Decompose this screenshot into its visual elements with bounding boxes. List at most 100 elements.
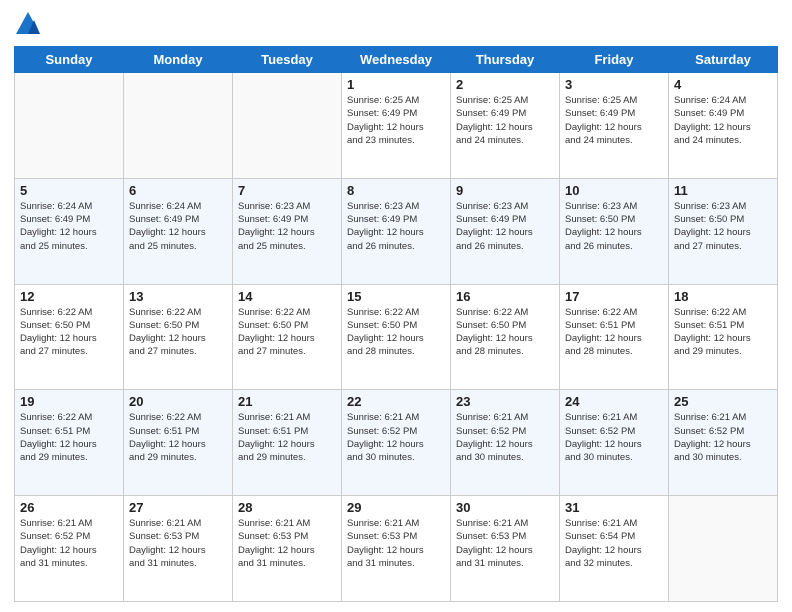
calendar-cell: 11 Sunrise: 6:23 AM Sunset: 6:50 PM Dayli… — [669, 178, 778, 284]
day-info: Sunrise: 6:24 AM Sunset: 6:49 PM Dayligh… — [129, 200, 227, 253]
day-number: 21 — [238, 394, 336, 409]
day-info: Sunrise: 6:21 AM Sunset: 6:51 PM Dayligh… — [238, 411, 336, 464]
calendar-cell — [669, 496, 778, 602]
day-info: Sunrise: 6:22 AM Sunset: 6:50 PM Dayligh… — [20, 306, 118, 359]
calendar-cell: 12 Sunrise: 6:22 AM Sunset: 6:50 PM Dayli… — [15, 284, 124, 390]
day-info: Sunrise: 6:22 AM Sunset: 6:50 PM Dayligh… — [456, 306, 554, 359]
calendar-cell: 16 Sunrise: 6:22 AM Sunset: 6:50 PM Dayli… — [451, 284, 560, 390]
day-info: Sunrise: 6:23 AM Sunset: 6:50 PM Dayligh… — [565, 200, 663, 253]
day-number: 7 — [238, 183, 336, 198]
calendar-cell — [15, 73, 124, 179]
day-info: Sunrise: 6:21 AM Sunset: 6:52 PM Dayligh… — [20, 517, 118, 570]
calendar-cell: 6 Sunrise: 6:24 AM Sunset: 6:49 PM Daylig… — [124, 178, 233, 284]
calendar-cell: 29 Sunrise: 6:21 AM Sunset: 6:53 PM Dayli… — [342, 496, 451, 602]
day-number: 5 — [20, 183, 118, 198]
calendar-week-row: 26 Sunrise: 6:21 AM Sunset: 6:52 PM Dayli… — [15, 496, 778, 602]
calendar-cell: 15Sunrise: 6:22 AM Sunset: 6:50 PM Dayli… — [342, 284, 451, 390]
day-number: 3 — [565, 77, 663, 92]
calendar-cell: 13 Sunrise: 6:22 AM Sunset: 6:50 PM Dayli… — [124, 284, 233, 390]
calendar-cell: 4Sunrise: 6:24 AM Sunset: 6:49 PM Daylig… — [669, 73, 778, 179]
header — [14, 10, 778, 38]
day-number: 2 — [456, 77, 554, 92]
day-info: Sunrise: 6:25 AM Sunset: 6:49 PM Dayligh… — [565, 94, 663, 147]
day-number: 25 — [674, 394, 772, 409]
day-number: 28 — [238, 500, 336, 515]
calendar-cell: 7 Sunrise: 6:23 AM Sunset: 6:49 PM Daylig… — [233, 178, 342, 284]
day-number: 22 — [347, 394, 445, 409]
day-number: 31 — [565, 500, 663, 515]
calendar-cell — [124, 73, 233, 179]
day-info: Sunrise: 6:21 AM Sunset: 6:53 PM Dayligh… — [238, 517, 336, 570]
calendar-cell: 5Sunrise: 6:24 AM Sunset: 6:49 PM Daylig… — [15, 178, 124, 284]
day-header-monday: Monday — [124, 47, 233, 73]
day-number: 26 — [20, 500, 118, 515]
calendar-cell: 18 Sunrise: 6:22 AM Sunset: 6:51 PM Dayli… — [669, 284, 778, 390]
day-info: Sunrise: 6:25 AM Sunset: 6:49 PM Dayligh… — [456, 94, 554, 147]
logo-icon — [14, 10, 42, 38]
day-number: 30 — [456, 500, 554, 515]
day-number: 11 — [674, 183, 772, 198]
day-info: Sunrise: 6:21 AM Sunset: 6:53 PM Dayligh… — [129, 517, 227, 570]
calendar-table: SundayMondayTuesdayWednesdayThursdayFrid… — [14, 46, 778, 602]
calendar-cell: 27 Sunrise: 6:21 AM Sunset: 6:53 PM Dayli… — [124, 496, 233, 602]
calendar-cell: 20 Sunrise: 6:22 AM Sunset: 6:51 PM Dayli… — [124, 390, 233, 496]
calendar-cell: 2 Sunrise: 6:25 AM Sunset: 6:49 PM Daylig… — [451, 73, 560, 179]
day-info: Sunrise: 6:25 AM Sunset: 6:49 PM Dayligh… — [347, 94, 445, 147]
calendar-cell: 19 Sunrise: 6:22 AM Sunset: 6:51 PM Dayli… — [15, 390, 124, 496]
calendar-week-row: 12 Sunrise: 6:22 AM Sunset: 6:50 PM Dayli… — [15, 284, 778, 390]
calendar-week-row: 19 Sunrise: 6:22 AM Sunset: 6:51 PM Dayli… — [15, 390, 778, 496]
day-number: 20 — [129, 394, 227, 409]
calendar-cell: 14Sunrise: 6:22 AM Sunset: 6:50 PM Dayli… — [233, 284, 342, 390]
calendar-cell: 26 Sunrise: 6:21 AM Sunset: 6:52 PM Dayli… — [15, 496, 124, 602]
calendar-cell: 8Sunrise: 6:23 AM Sunset: 6:49 PM Daylig… — [342, 178, 451, 284]
calendar-cell: 22 Sunrise: 6:21 AM Sunset: 6:52 PM Dayli… — [342, 390, 451, 496]
day-number: 16 — [456, 289, 554, 304]
calendar-week-row: 1 Sunrise: 6:25 AM Sunset: 6:49 PM Daylig… — [15, 73, 778, 179]
calendar-cell: 31 Sunrise: 6:21 AM Sunset: 6:54 PM Dayli… — [560, 496, 669, 602]
days-header-row: SundayMondayTuesdayWednesdayThursdayFrid… — [15, 47, 778, 73]
day-info: Sunrise: 6:22 AM Sunset: 6:50 PM Dayligh… — [129, 306, 227, 359]
day-info: Sunrise: 6:22 AM Sunset: 6:51 PM Dayligh… — [674, 306, 772, 359]
calendar-cell: 24Sunrise: 6:21 AM Sunset: 6:52 PM Dayli… — [560, 390, 669, 496]
day-info: Sunrise: 6:23 AM Sunset: 6:49 PM Dayligh… — [238, 200, 336, 253]
day-header-saturday: Saturday — [669, 47, 778, 73]
day-number: 19 — [20, 394, 118, 409]
day-info: Sunrise: 6:22 AM Sunset: 6:50 PM Dayligh… — [347, 306, 445, 359]
day-header-wednesday: Wednesday — [342, 47, 451, 73]
day-info: Sunrise: 6:21 AM Sunset: 6:52 PM Dayligh… — [347, 411, 445, 464]
calendar-cell — [233, 73, 342, 179]
day-info: Sunrise: 6:22 AM Sunset: 6:51 PM Dayligh… — [565, 306, 663, 359]
day-info: Sunrise: 6:23 AM Sunset: 6:50 PM Dayligh… — [674, 200, 772, 253]
day-info: Sunrise: 6:23 AM Sunset: 6:49 PM Dayligh… — [347, 200, 445, 253]
day-number: 10 — [565, 183, 663, 198]
calendar-cell: 21 Sunrise: 6:21 AM Sunset: 6:51 PM Dayli… — [233, 390, 342, 496]
page: SundayMondayTuesdayWednesdayThursdayFrid… — [0, 0, 792, 612]
day-info: Sunrise: 6:21 AM Sunset: 6:53 PM Dayligh… — [347, 517, 445, 570]
calendar-week-row: 5 Sunrise: 6:24 AM Sunset: 6:49 PM Daylig… — [15, 178, 778, 284]
day-number: 18 — [674, 289, 772, 304]
calendar-cell: 10 Sunrise: 6:23 AM Sunset: 6:50 PM Dayli… — [560, 178, 669, 284]
day-number: 29 — [347, 500, 445, 515]
day-header-sunday: Sunday — [15, 47, 124, 73]
day-info: Sunrise: 6:22 AM Sunset: 6:51 PM Dayligh… — [20, 411, 118, 464]
day-header-tuesday: Tuesday — [233, 47, 342, 73]
calendar-cell: 3 Sunrise: 6:25 AM Sunset: 6:49 PM Daylig… — [560, 73, 669, 179]
day-number: 9 — [456, 183, 554, 198]
day-number: 13 — [129, 289, 227, 304]
day-number: 12 — [20, 289, 118, 304]
day-number: 6 — [129, 183, 227, 198]
calendar-cell: 28 Sunrise: 6:21 AM Sunset: 6:53 PM Dayli… — [233, 496, 342, 602]
calendar-cell: 23Sunrise: 6:21 AM Sunset: 6:52 PM Dayli… — [451, 390, 560, 496]
day-number: 27 — [129, 500, 227, 515]
day-info: Sunrise: 6:21 AM Sunset: 6:52 PM Dayligh… — [565, 411, 663, 464]
day-info: Sunrise: 6:21 AM Sunset: 6:54 PM Dayligh… — [565, 517, 663, 570]
day-header-thursday: Thursday — [451, 47, 560, 73]
day-number: 23 — [456, 394, 554, 409]
day-info: Sunrise: 6:22 AM Sunset: 6:51 PM Dayligh… — [129, 411, 227, 464]
calendar-cell: 30 Sunrise: 6:21 AM Sunset: 6:53 PM Dayli… — [451, 496, 560, 602]
logo — [14, 10, 46, 38]
day-number: 1 — [347, 77, 445, 92]
day-info: Sunrise: 6:21 AM Sunset: 6:53 PM Dayligh… — [456, 517, 554, 570]
day-info: Sunrise: 6:22 AM Sunset: 6:50 PM Dayligh… — [238, 306, 336, 359]
day-info: Sunrise: 6:24 AM Sunset: 6:49 PM Dayligh… — [674, 94, 772, 147]
